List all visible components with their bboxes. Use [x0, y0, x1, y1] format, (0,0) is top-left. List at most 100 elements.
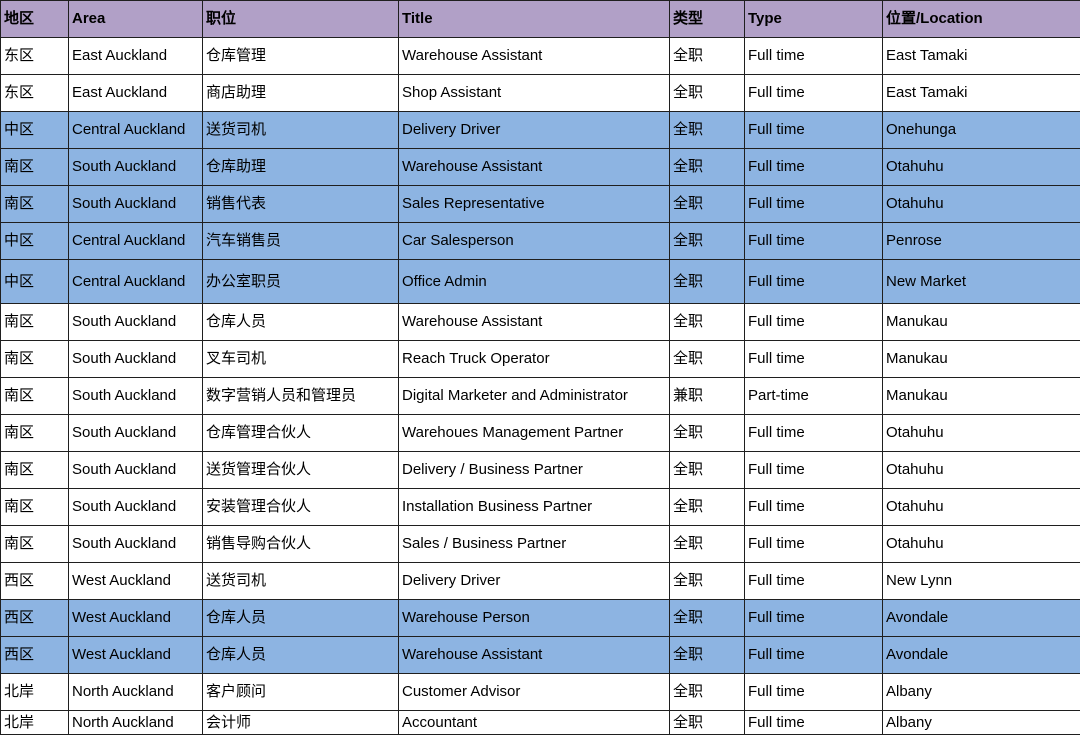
cell-location: Manukau: [882, 303, 1080, 341]
cell-position-cn: 销售代表: [202, 185, 399, 223]
cell-type: Full time: [744, 710, 883, 735]
cell-region-cn: 南区: [0, 414, 69, 452]
cell-type-cn: 全职: [669, 111, 745, 149]
cell-region-cn: 南区: [0, 148, 69, 186]
cell-region-cn: 北岸: [0, 673, 69, 711]
header-region-cn: 地区: [0, 0, 69, 38]
cell-title: Warehouse Assistant: [398, 636, 670, 674]
cell-title: Delivery Driver: [398, 562, 670, 600]
cell-location: Onehunga: [882, 111, 1080, 149]
cell-type: Full time: [744, 340, 883, 378]
cell-region-cn: 中区: [0, 111, 69, 149]
cell-location: Avondale: [882, 636, 1080, 674]
cell-title: Office Admin: [398, 259, 670, 304]
cell-area: South Auckland: [68, 488, 203, 526]
cell-type: Full time: [744, 148, 883, 186]
cell-region-cn: 西区: [0, 636, 69, 674]
table-row: 中区 Central Auckland 汽车销售员 Car Salesperson 全职…: [0, 222, 1080, 260]
cell-type: Full time: [744, 562, 883, 600]
table-row: 东区 East Auckland 商店助理 Shop Assistant 全职 Full …: [0, 74, 1080, 112]
cell-area: Central Auckland: [68, 259, 203, 304]
cell-title: Customer Advisor: [398, 673, 670, 711]
cell-type: Full time: [744, 525, 883, 563]
header-row: 地区 Area 职位 Title 类型 Type 位置/Location: [0, 0, 1080, 38]
cell-location: New Market: [882, 259, 1080, 304]
cell-position-cn: 送货司机: [202, 111, 399, 149]
cell-position-cn: 数字营销人员和管理员: [202, 377, 399, 415]
cell-area: South Auckland: [68, 148, 203, 186]
cell-location: Otahuhu: [882, 185, 1080, 223]
cell-type: Full time: [744, 488, 883, 526]
table-row: 西区 West Auckland 送货司机 Delivery Driver 全职 Full…: [0, 562, 1080, 600]
cell-region-cn: 南区: [0, 488, 69, 526]
cell-position-cn: 会计师: [202, 710, 399, 735]
cell-title: Sales Representative: [398, 185, 670, 223]
cell-location: Avondale: [882, 599, 1080, 637]
cell-type-cn: 全职: [669, 185, 745, 223]
cell-type-cn: 全职: [669, 488, 745, 526]
cell-position-cn: 销售导购合伙人: [202, 525, 399, 563]
cell-area: South Auckland: [68, 377, 203, 415]
cell-region-cn: 西区: [0, 599, 69, 637]
cell-type-cn: 全职: [669, 710, 745, 735]
cell-type: Part-time: [744, 377, 883, 415]
cell-region-cn: 南区: [0, 525, 69, 563]
cell-region-cn: 中区: [0, 222, 69, 260]
header-location: 位置/Location: [882, 0, 1080, 38]
cell-region-cn: 东区: [0, 37, 69, 75]
cell-type: Full time: [744, 599, 883, 637]
header-position-cn: 职位: [202, 0, 399, 38]
cell-type: Full time: [744, 222, 883, 260]
table-row: 西区 West Auckland 仓库人员 Warehouse Person 全职 Ful…: [0, 599, 1080, 637]
cell-position-cn: 送货管理合伙人: [202, 451, 399, 489]
cell-location: Manukau: [882, 340, 1080, 378]
cell-area: East Auckland: [68, 74, 203, 112]
cell-region-cn: 东区: [0, 74, 69, 112]
cell-position-cn: 叉车司机: [202, 340, 399, 378]
cell-region-cn: 北岸: [0, 710, 69, 735]
cell-type-cn: 全职: [669, 148, 745, 186]
header-type: Type: [744, 0, 883, 38]
cell-type: Full time: [744, 451, 883, 489]
cell-position-cn: 仓库人员: [202, 599, 399, 637]
cell-title: Warehoues Management Partner: [398, 414, 670, 452]
header-area: Area: [68, 0, 203, 38]
cell-title: Accountant: [398, 710, 670, 735]
cell-area: Central Auckland: [68, 111, 203, 149]
cell-type-cn: 兼职: [669, 377, 745, 415]
table-row: 西区 West Auckland 仓库人员 Warehouse Assistant 全职…: [0, 636, 1080, 674]
cell-location: Penrose: [882, 222, 1080, 260]
cell-position-cn: 办公室职员: [202, 259, 399, 304]
table-row: 中区 Central Auckland 办公室职员 Office Admin 全职 Ful…: [0, 259, 1080, 304]
cell-type: Full time: [744, 673, 883, 711]
cell-type-cn: 全职: [669, 37, 745, 75]
cell-region-cn: 南区: [0, 303, 69, 341]
cell-type: Full time: [744, 303, 883, 341]
cell-area: West Auckland: [68, 599, 203, 637]
cell-title: Warehouse Assistant: [398, 37, 670, 75]
table-row: 北岸 North Auckland 会计师 Accountant 全职 Full time…: [0, 710, 1080, 735]
cell-location: Albany: [882, 673, 1080, 711]
cell-location: East Tamaki: [882, 74, 1080, 112]
table-row: 南区 South Auckland 叉车司机 Reach Truck Operator…: [0, 340, 1080, 378]
cell-type: Full time: [744, 37, 883, 75]
cell-title: Car Salesperson: [398, 222, 670, 260]
cell-type: Full time: [744, 185, 883, 223]
cell-location: New Lynn: [882, 562, 1080, 600]
header-type-cn: 类型: [669, 0, 745, 38]
cell-position-cn: 仓库管理: [202, 37, 399, 75]
cell-area: South Auckland: [68, 451, 203, 489]
cell-title: Shop Assistant: [398, 74, 670, 112]
table-row: 南区 South Auckland 数字营销人员和管理员 Digital Market…: [0, 377, 1080, 415]
cell-area: North Auckland: [68, 673, 203, 711]
table-row: 南区 South Auckland 销售导购合伙人 Sales / Business …: [0, 525, 1080, 563]
cell-position-cn: 送货司机: [202, 562, 399, 600]
cell-title: Delivery Driver: [398, 111, 670, 149]
table-header: 地区 Area 职位 Title 类型 Type 位置/Location: [0, 0, 1080, 38]
cell-type-cn: 全职: [669, 525, 745, 563]
table-body: 东区 East Auckland 仓库管理 Warehouse Assistant 全职…: [0, 37, 1080, 735]
cell-type: Full time: [744, 414, 883, 452]
cell-area: West Auckland: [68, 636, 203, 674]
cell-location: Otahuhu: [882, 488, 1080, 526]
table-row: 南区 South Auckland 仓库助理 Warehouse Assistant 全…: [0, 148, 1080, 186]
